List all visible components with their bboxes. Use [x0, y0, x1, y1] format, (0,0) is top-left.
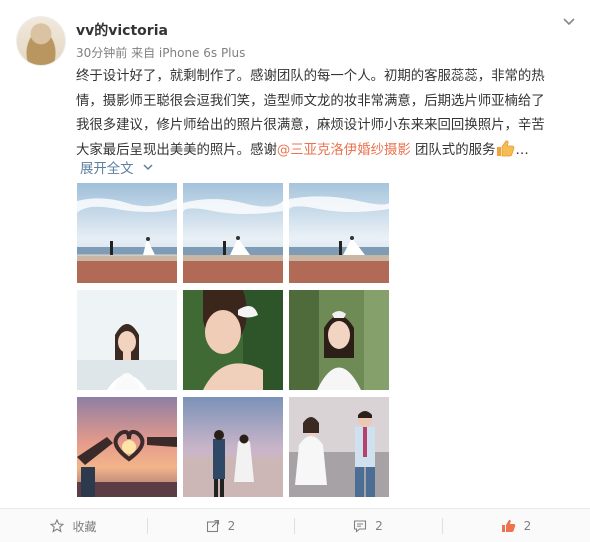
mention-link[interactable]: @三亚克洛伊婚纱摄影: [277, 143, 411, 158]
action-bar: 收藏 2 2 2: [0, 508, 590, 542]
expand-label: 展开全文: [80, 162, 134, 177]
photo-heart-hands-sunset[interactable]: [77, 397, 177, 497]
photo-grid: [77, 183, 389, 497]
photo-seaside-wedding-3[interactable]: [289, 183, 389, 283]
favorite-label: 收藏: [72, 519, 97, 534]
repost-button[interactable]: 2: [147, 509, 294, 542]
photo-seaside-wedding-1[interactable]: [77, 183, 177, 283]
thumbs-up-icon: [501, 519, 515, 532]
username[interactable]: vv的victoria: [76, 20, 168, 40]
photo-bride-closeup[interactable]: [183, 290, 283, 390]
text-line: 终于设计好了，就剩制作了。感谢团队的每一个人。初期的客服蕊蕊，非常的热: [76, 69, 545, 84]
like-button[interactable]: 2: [442, 509, 590, 542]
thumbs-up-emoji-icon: [497, 139, 515, 156]
post-text: 终于设计好了，就剩制作了。感谢团队的每一个人。初期的客服蕊蕊，非常的热 情，摄影…: [76, 65, 576, 163]
avatar[interactable]: [16, 16, 66, 66]
comment-count: 2: [375, 519, 383, 533]
photo-seaside-wedding-2[interactable]: [183, 183, 283, 283]
post-source[interactable]: 来自 iPhone 6s Plus: [131, 46, 245, 60]
chevron-down-icon[interactable]: [561, 14, 577, 30]
repost-icon: [206, 519, 219, 533]
comment-button[interactable]: 2: [294, 509, 442, 542]
comment-icon: [354, 520, 367, 533]
star-icon: [50, 519, 65, 533]
expand-full-text-button[interactable]: 展开全文: [80, 157, 154, 177]
photo-bride-garden[interactable]: [289, 290, 389, 390]
favorite-button[interactable]: 收藏: [0, 509, 147, 542]
post-time[interactable]: 30分钟前: [76, 46, 127, 60]
text-line: 我很多建议，修片师给出的照片很满意，麻烦设计师小东来来回回换照片，辛苦: [76, 118, 545, 133]
text-line: 情，摄影师王聪很会逗我们笑，造型师文龙的妆非常满意，后期选片师亚楠给了: [76, 93, 545, 109]
chevron-down-icon: [143, 164, 153, 171]
repost-count: 2: [227, 519, 236, 533]
photo-couple-walkway[interactable]: [289, 397, 389, 497]
post-meta: 30分钟前 来自 iPhone 6s Plus: [76, 44, 245, 61]
photo-bride-portrait[interactable]: [77, 290, 177, 390]
like-count: 2: [523, 519, 532, 533]
photo-couple-beach[interactable]: [183, 397, 283, 497]
